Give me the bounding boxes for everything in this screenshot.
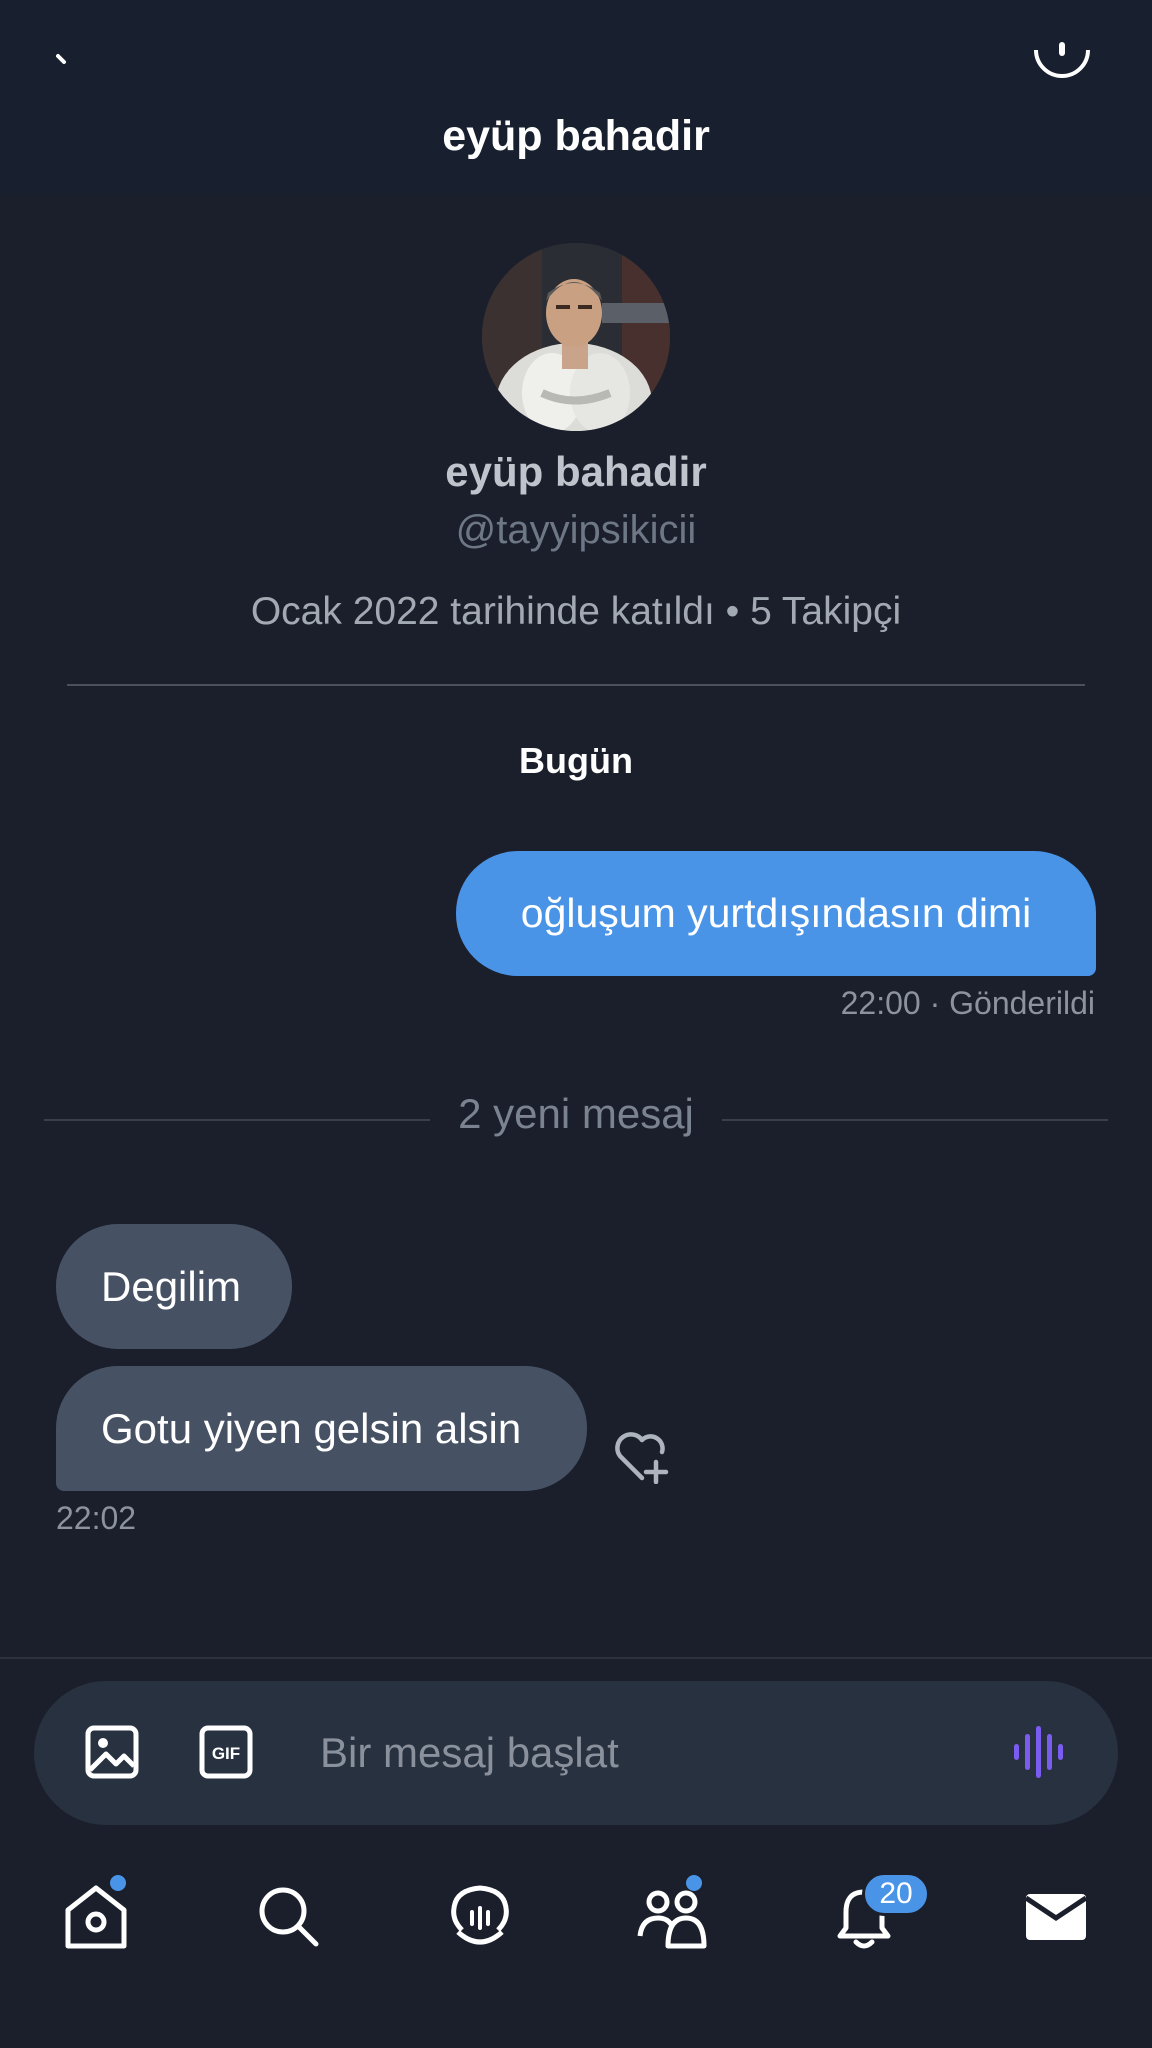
- profile-join-followers: Ocak 2022 tarihinde katıldı • 5 Takipçi: [250, 590, 902, 633]
- avatar[interactable]: [482, 243, 670, 431]
- message-composer: GIF: [34, 1681, 1118, 1825]
- divider: [67, 684, 1085, 686]
- divider: [722, 1119, 1108, 1121]
- sent-message-bubble[interactable]: oğluşum yurtdışındasın dimi: [456, 851, 1096, 976]
- voice-icon[interactable]: [1012, 1723, 1070, 1781]
- message-time: 22:00: [840, 985, 921, 1021]
- spaces-icon[interactable]: [442, 1878, 518, 1954]
- heart-add-icon[interactable]: [612, 1430, 672, 1484]
- message-text: Degilim: [101, 1262, 242, 1310]
- communities-unread-dot: [686, 1875, 702, 1891]
- message-status: 22:00 · Gönderildi: [841, 985, 1095, 1022]
- message-time: 22:02: [56, 1500, 137, 1536]
- gif-label: GIF: [212, 1744, 240, 1763]
- message-input[interactable]: [320, 1717, 960, 1789]
- dm-conversation-screen: eyüp bahadir eyüp bahadir @tayyipsikicii…: [0, 0, 1152, 2048]
- received-message-bubble[interactable]: Gotu yiyen gelsin alsin: [56, 1366, 587, 1491]
- message-delivery-status: · Gönderildi: [929, 985, 1095, 1021]
- home-unread-dot: [110, 1875, 126, 1891]
- page-title: eyüp bahadir: [442, 112, 710, 160]
- profile-name: eyüp bahadir: [445, 448, 707, 495]
- message-text: Gotu yiyen gelsin alsin: [101, 1404, 522, 1452]
- messages-icon[interactable]: [1018, 1878, 1094, 1954]
- info-icon[interactable]: [1032, 40, 1092, 80]
- image-icon[interactable]: [84, 1724, 140, 1780]
- profile-handle: @tayyipsikicii: [455, 508, 697, 552]
- avatar-image: [482, 243, 670, 431]
- back-arrow-icon[interactable]: [52, 52, 76, 76]
- day-separator: Bugün: [519, 740, 633, 781]
- new-messages-label: 2 yeni mesaj: [458, 1090, 694, 1137]
- received-message-bubble[interactable]: Degilim: [56, 1224, 292, 1349]
- gif-icon[interactable]: GIF: [198, 1724, 254, 1780]
- search-icon[interactable]: [250, 1878, 326, 1954]
- divider: [0, 1657, 1152, 1659]
- message-text: oğluşum yurtdışındasın dimi: [520, 890, 1032, 936]
- notification-count-badge: 20: [862, 1872, 930, 1916]
- conversation-header: eyüp bahadir: [0, 0, 1152, 195]
